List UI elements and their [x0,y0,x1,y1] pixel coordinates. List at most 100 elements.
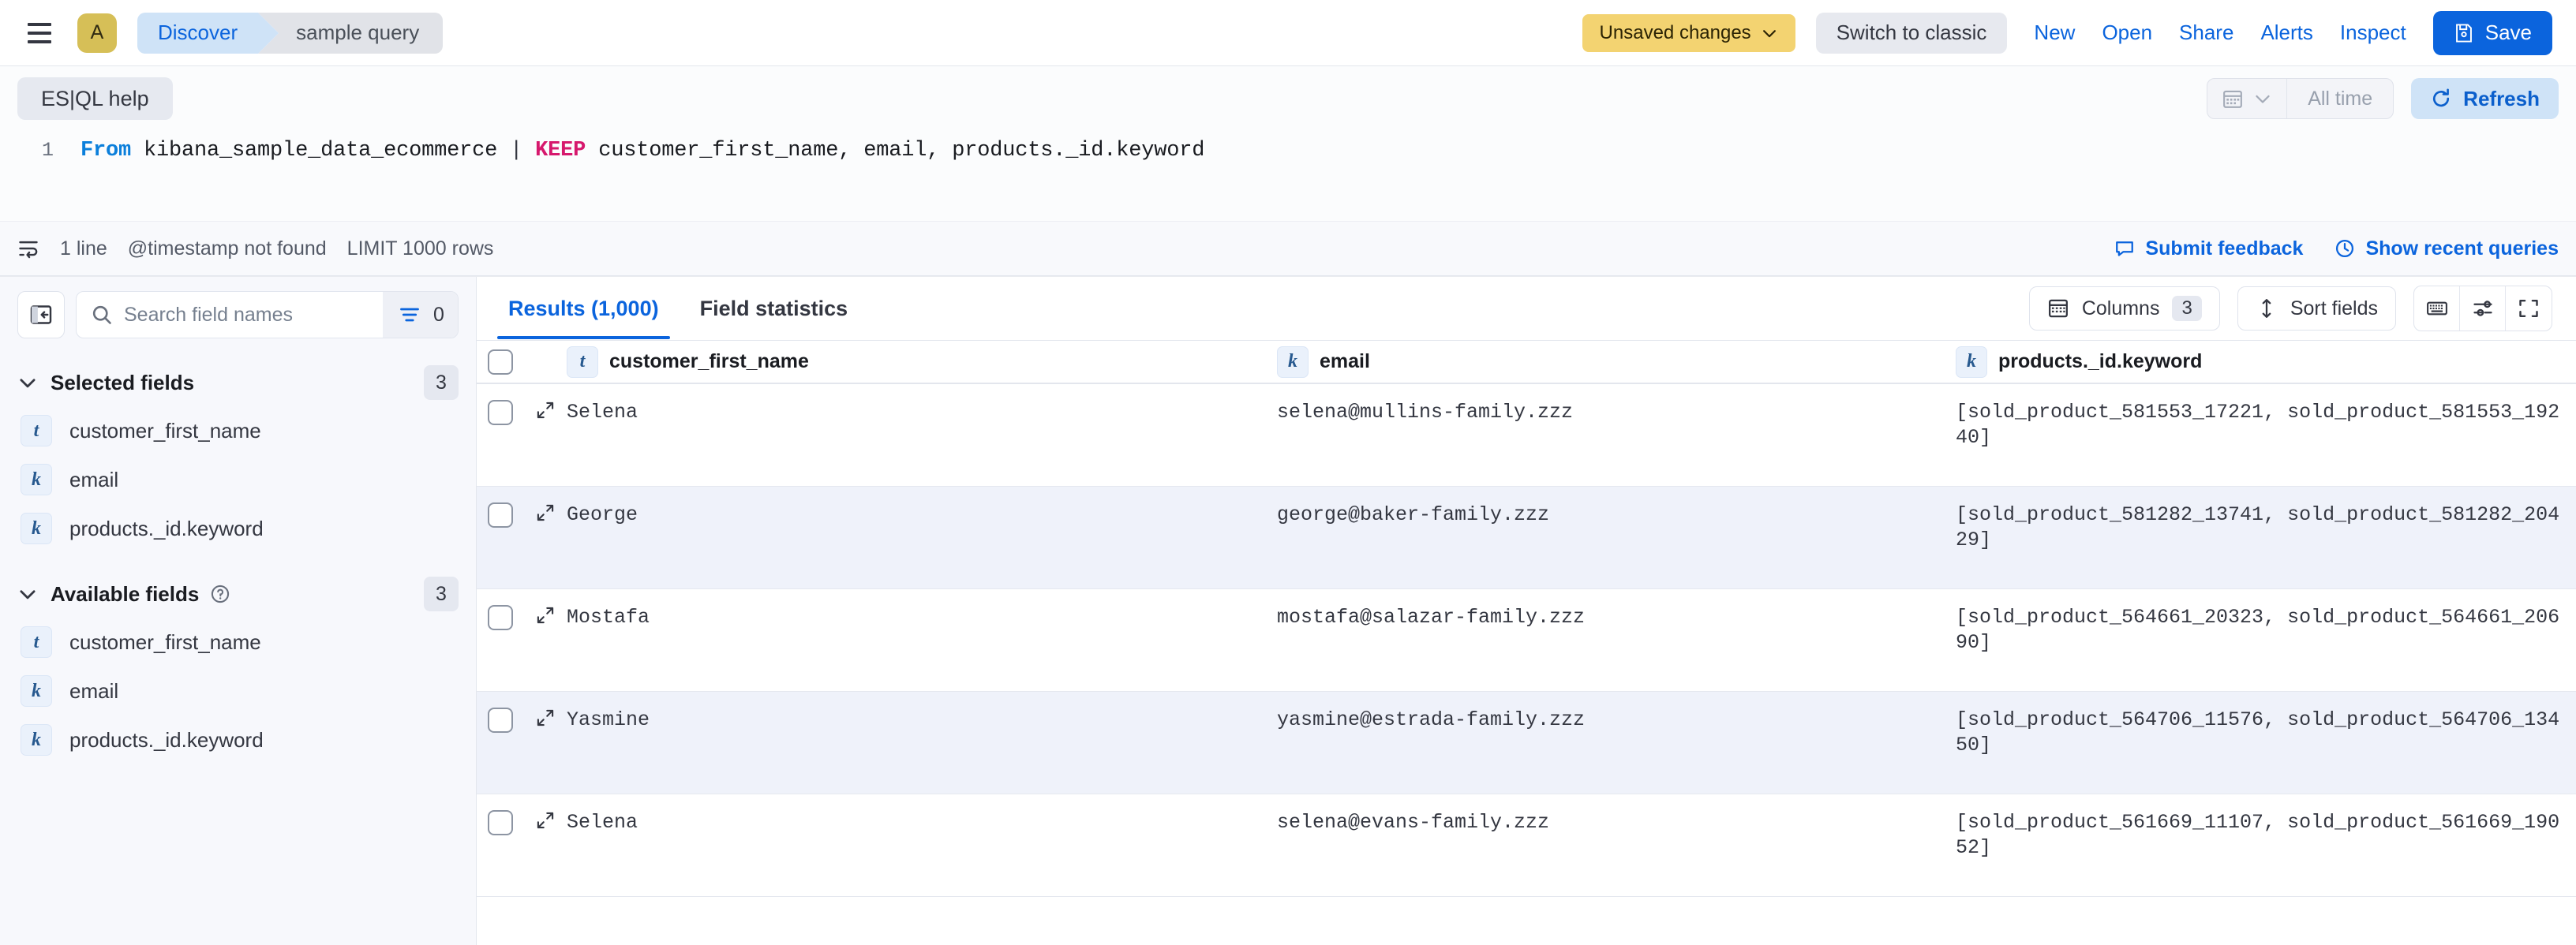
field-type-icon: k [21,724,52,756]
column-header-label: products._id.keyword [1998,350,2203,372]
table-row[interactable]: Selena selena@evans-family.zzz [sold_pro… [477,794,2576,897]
row-checkbox[interactable] [488,605,513,630]
column-header-label: email [1320,350,1370,372]
field-type-icon: k [1956,346,1987,378]
sidebar-field-customer-first-name-selected[interactable]: t customer_first_name [17,409,459,452]
cell-customer-first-name: Mostafa [567,606,650,629]
refresh-button[interactable]: Refresh [2411,78,2559,119]
clock-history-icon [2336,239,2354,258]
column-header-email[interactable]: k email [1277,346,1956,378]
breadcrumb-item-sample-query[interactable]: sample query [258,12,444,54]
cell-products-id-keyword: [sold_product_564706_11576, sold_product… [1956,708,2560,756]
cell-customer-first-name: Selena [567,401,638,424]
row-checkbox-cell [477,400,524,425]
expand-row-icon[interactable] [524,400,567,420]
tab-field-statistics[interactable]: Field statistics [680,278,869,339]
tab-results[interactable]: Results (1,000) [488,278,680,339]
field-type-icon: k [21,675,52,707]
sidebar-field-label: customer_first_name [69,629,261,654]
fieldgroup-header-selected-fields[interactable]: Selected fields 3 [17,362,459,403]
results-data-grid: t customer_first_name k email k products… [477,340,2576,945]
field-type-icon: k [21,513,52,544]
new-button[interactable]: New [2034,21,2075,45]
word-wrap-icon[interactable] [17,237,39,260]
switch-to-classic-button[interactable]: Switch to classic [1815,12,2008,54]
select-all-checkbox[interactable] [488,349,513,375]
sidebar-field-customer-first-name-available[interactable]: t customer_first_name [17,621,459,663]
time-range-picker[interactable]: All time [2207,78,2394,119]
refresh-icon [2433,88,2450,107]
unsaved-changes-label: Unsaved changes [1599,21,1751,43]
submit-feedback-label: Submit feedback [2145,237,2304,260]
show-recent-queries-button[interactable]: Show recent queries [2334,237,2559,260]
row-checkbox-cell [477,605,524,630]
table-row[interactable]: George george@baker-family.zzz [sold_pro… [477,487,2576,589]
column-header-label: customer_first_name [609,350,809,372]
cell-products-id-keyword: [sold_product_561669_11107, sold_product… [1956,811,2560,859]
cell-customer-first-name: Selena [567,811,638,834]
expand-row-icon[interactable] [524,605,567,626]
column-header-customer-first-name[interactable]: t customer_first_name [567,346,1277,378]
refresh-label: Refresh [2463,86,2540,110]
query-bar: ES|QL help All time Refresh 1 From kiban… [0,66,2576,277]
save-button[interactable]: Save [2432,10,2552,55]
sort-fields-button[interactable]: Sort fields [2237,286,2396,331]
breadcrumb: Discover sample query [137,12,444,54]
breadcrumb-item-discover[interactable]: Discover [137,12,279,54]
field-type-icon: t [21,626,52,658]
calendar-dropdown-button[interactable] [2207,79,2286,118]
time-range-value[interactable]: All time [2287,79,2393,118]
row-checkbox[interactable] [488,502,513,528]
query-keyword-keep: KEEP [535,139,586,162]
expand-row-icon[interactable] [524,708,567,728]
sidebar-field-products-id-keyword-selected[interactable]: k products._id.keyword [17,507,459,550]
sidebar-field-label: email [69,467,119,491]
select-all-checkbox-cell [477,349,524,375]
field-type-icon: k [21,464,52,495]
field-type-filter-button[interactable]: 0 [383,292,458,338]
save-disk-icon [2455,23,2472,43]
expand-row-icon[interactable] [524,502,567,523]
sidebar-field-email-selected[interactable]: k email [17,458,459,501]
fields-sidebar: 0 Selected fields 3 t customer_first_nam… [0,277,477,945]
data-grid-header-row: t customer_first_name k email k products… [477,340,2576,384]
alerts-button[interactable]: Alerts [2260,21,2312,45]
hamburger-menu-icon[interactable] [17,11,62,55]
help-circle-icon[interactable] [210,584,230,604]
collapse-sidebar-icon[interactable] [17,291,65,338]
table-row[interactable]: Yasmine yasmine@estrada-family.zzz [sold… [477,692,2576,794]
table-row[interactable]: Mostafa mostafa@salazar-family.zzz [sold… [477,589,2576,692]
line-count-label: 1 line [60,237,107,260]
query-text[interactable]: From kibana_sample_data_ecommerce | KEEP… [80,139,1205,162]
kibana-discover-app: A Discover sample query Unsaved changes … [0,0,2576,945]
cell-email: selena@evans-family.zzz [1277,811,1550,834]
field-type-icon: k [1277,346,1309,378]
expand-row-icon[interactable] [524,810,567,831]
table-row[interactable]: Selena selena@mullins-family.zzz [sold_p… [477,384,2576,487]
inspect-button[interactable]: Inspect [2340,21,2406,45]
submit-feedback-button[interactable]: Submit feedback [2114,237,2303,260]
esql-query-editor[interactable]: 1 From kibana_sample_data_ecommerce | KE… [0,126,2576,221]
columns-button[interactable]: Columns 3 [2028,286,2220,331]
column-header-products-id-keyword[interactable]: k products._id.keyword [1956,346,2576,378]
fieldgroup-header-available-fields[interactable]: Available fields 3 [17,573,459,614]
cell-products-id-keyword: [sold_product_581553_17221, sold_product… [1956,401,2560,449]
row-checkbox[interactable] [488,708,513,733]
open-button[interactable]: Open [2102,21,2152,45]
esql-help-button[interactable]: ES|QL help [17,77,173,120]
limit-label: LIMIT 1000 rows [346,237,494,260]
space-avatar[interactable]: A [77,13,117,53]
fullscreen-icon[interactable] [2506,286,2552,331]
row-checkbox[interactable] [488,400,513,425]
share-button[interactable]: Share [2179,21,2233,45]
sidebar-field-label: customer_first_name [69,418,261,443]
sidebar-field-products-id-keyword-available[interactable]: k products._id.keyword [17,719,459,761]
row-checkbox[interactable] [488,810,513,835]
cell-email: mostafa@salazar-family.zzz [1277,606,1586,629]
sidebar-field-email-available[interactable]: k email [17,670,459,712]
row-checkbox-cell [477,502,524,528]
keyboard-shortcuts-icon[interactable] [2414,286,2460,331]
unsaved-changes-badge[interactable]: Unsaved changes [1582,13,1795,52]
search-field-names-input[interactable] [119,292,383,338]
display-settings-icon[interactable] [2460,286,2506,331]
